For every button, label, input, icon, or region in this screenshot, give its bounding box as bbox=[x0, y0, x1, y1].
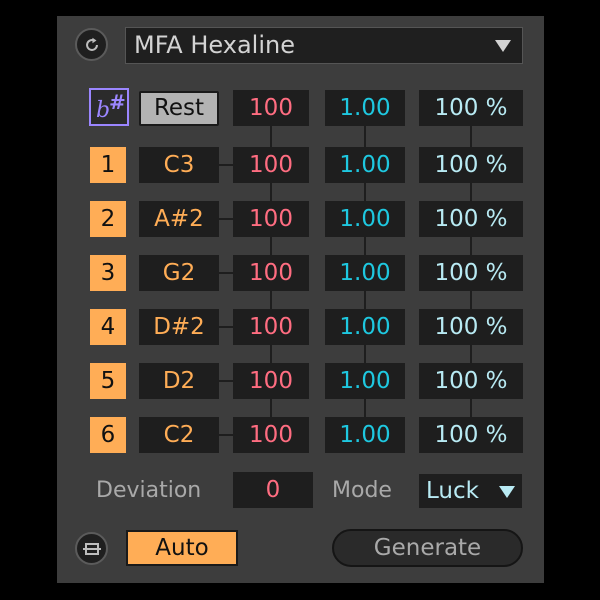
step-note[interactable]: C3 bbox=[139, 147, 219, 183]
connector-line bbox=[219, 218, 233, 220]
connector-line bbox=[219, 380, 233, 382]
step-velocity[interactable]: 100 bbox=[233, 201, 309, 237]
step-percent[interactable]: 100 % bbox=[419, 147, 523, 183]
auto-toggle-button[interactable]: Auto bbox=[126, 530, 238, 566]
deviation-label: Deviation bbox=[96, 478, 202, 503]
sharp-symbol: # bbox=[109, 90, 126, 114]
step-probability[interactable]: 1.00 bbox=[325, 255, 405, 291]
step-number[interactable]: 4 bbox=[90, 309, 126, 345]
connector-line bbox=[219, 434, 233, 436]
mode-label: Mode bbox=[332, 478, 392, 503]
connector-line bbox=[219, 164, 233, 166]
step-velocity[interactable]: 100 bbox=[233, 147, 309, 183]
bracket-lock-icon bbox=[82, 542, 101, 555]
step-note[interactable]: D2 bbox=[139, 363, 219, 399]
refresh-icon bbox=[85, 37, 98, 51]
lock-button[interactable] bbox=[75, 532, 108, 565]
step-probability[interactable]: 1.00 bbox=[325, 363, 405, 399]
accidental-toggle-button[interactable]: b # bbox=[89, 88, 129, 126]
connector-line bbox=[219, 326, 233, 328]
preset-select[interactable]: MFA Hexaline bbox=[125, 27, 523, 64]
step-velocity[interactable]: 100 bbox=[233, 255, 309, 291]
step-velocity[interactable]: 100 bbox=[233, 309, 309, 345]
step-percent[interactable]: 100 % bbox=[419, 363, 523, 399]
step-velocity[interactable]: 100 bbox=[233, 363, 309, 399]
step-number[interactable]: 1 bbox=[90, 147, 126, 183]
step-note[interactable]: C2 bbox=[139, 417, 219, 453]
step-number[interactable]: 6 bbox=[90, 417, 126, 453]
step-velocity[interactable]: 100 bbox=[233, 417, 309, 453]
step-percent[interactable]: 100 % bbox=[419, 309, 523, 345]
mode-select[interactable]: Luck bbox=[419, 474, 522, 508]
step-number[interactable]: 5 bbox=[90, 363, 126, 399]
step-note[interactable]: D#2 bbox=[139, 309, 219, 345]
step-note[interactable]: G2 bbox=[139, 255, 219, 291]
rest-button[interactable]: Rest bbox=[139, 91, 219, 126]
step-percent[interactable]: 100 % bbox=[419, 255, 523, 291]
step-percent[interactable]: 100 % bbox=[419, 417, 523, 453]
velocity-cell[interactable]: 100 bbox=[233, 90, 309, 126]
connector-line bbox=[219, 272, 233, 274]
mode-value: Luck bbox=[426, 478, 479, 504]
step-probability[interactable]: 1.00 bbox=[325, 147, 405, 183]
generate-button[interactable]: Generate bbox=[332, 529, 523, 567]
step-probability[interactable]: 1.00 bbox=[325, 309, 405, 345]
step-number[interactable]: 2 bbox=[90, 201, 126, 237]
step-note[interactable]: A#2 bbox=[139, 201, 219, 237]
deviation-value[interactable]: 0 bbox=[233, 472, 313, 508]
step-percent[interactable]: 100 % bbox=[419, 201, 523, 237]
flat-symbol: b bbox=[96, 98, 111, 123]
percent-cell[interactable]: 100 % bbox=[419, 90, 523, 126]
step-number[interactable]: 3 bbox=[90, 255, 126, 291]
preset-name: MFA Hexaline bbox=[134, 31, 295, 59]
refresh-button[interactable] bbox=[75, 28, 108, 61]
triangle-down-icon bbox=[495, 40, 511, 52]
triangle-down-icon bbox=[499, 486, 515, 498]
step-probability[interactable]: 1.00 bbox=[325, 201, 405, 237]
probability-cell[interactable]: 1.00 bbox=[325, 90, 405, 126]
step-probability[interactable]: 1.00 bbox=[325, 417, 405, 453]
